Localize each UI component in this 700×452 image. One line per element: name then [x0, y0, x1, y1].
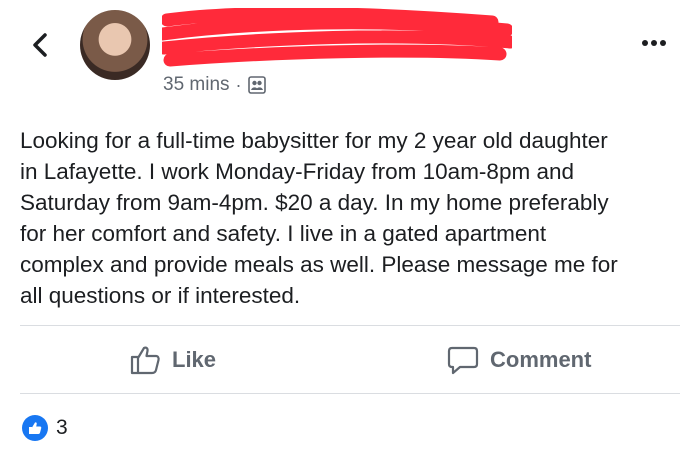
post-time[interactable]: 35 mins: [163, 74, 230, 96]
back-button[interactable]: [26, 30, 56, 60]
author-name-redacted: [162, 8, 512, 67]
redaction-scribble: [162, 8, 512, 67]
divider: [20, 393, 680, 394]
divider: [20, 325, 680, 326]
post-meta: 35 mins ·: [163, 74, 266, 96]
more-options-button[interactable]: [642, 38, 666, 48]
back-chevron-icon: [33, 33, 47, 57]
comment-label: Comment: [490, 347, 592, 372]
like-label: Like: [172, 347, 217, 372]
like-reaction-icon: [22, 415, 48, 441]
comment-button[interactable]: Comment: [446, 342, 591, 378]
avatar[interactable]: [80, 10, 150, 80]
more-dots-icon: [642, 40, 648, 46]
like-button[interactable]: Like: [128, 342, 216, 378]
reactions-summary[interactable]: 3: [22, 415, 68, 441]
comment-bubble-icon: [447, 346, 479, 375]
thumbs-up-icon: [130, 346, 160, 375]
post-body: Looking for a full-time babysitter for m…: [20, 128, 618, 308]
reaction-count: 3: [56, 416, 68, 439]
meta-separator: ·: [235, 74, 242, 95]
friends-privacy-icon[interactable]: [247, 76, 266, 94]
